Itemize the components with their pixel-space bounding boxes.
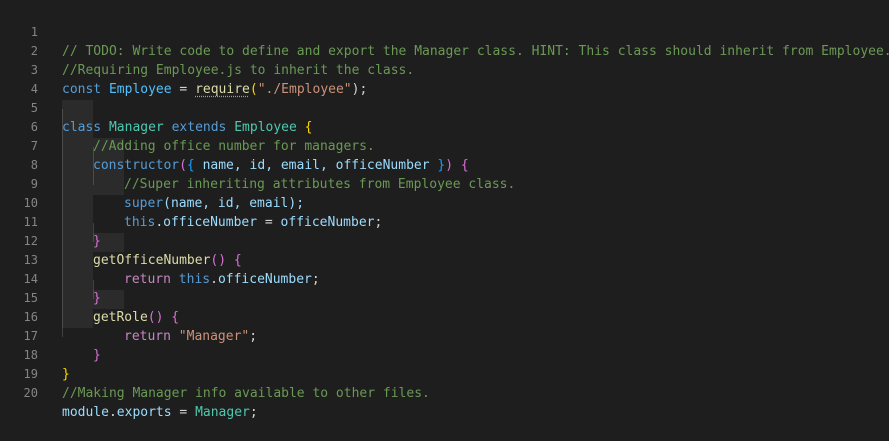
code-line[interactable]: 2 //Requiring Employee.js to inherit the… [0, 23, 889, 78]
code-line[interactable]: 3 const Employee = require("./Employee")… [0, 42, 889, 97]
code-line[interactable]: 14 } [0, 251, 889, 306]
code-line[interactable]: 18 } [0, 327, 889, 382]
code-line[interactable]: 17 } [0, 308, 889, 363]
code-line[interactable]: 11 } [0, 194, 889, 249]
code-line[interactable]: 19 //Making Manager info available to ot… [0, 346, 889, 401]
code-line[interactable]: 4 [0, 61, 889, 96]
code-editor[interactable]: 1 // TODO: Write code to define and expo… [0, 0, 889, 420]
code-text: //Making Manager info available to other… [62, 384, 430, 403]
code-line[interactable]: 13 return this.officeNumber; [0, 232, 889, 287]
code-line[interactable]: 10 this.officeNumber = officeNumber; [0, 175, 889, 230]
code-line[interactable]: 5 class Manager extends Employee { [0, 80, 889, 135]
code-line[interactable]: 12 getOfficeNumber() { [0, 213, 889, 268]
code-line[interactable]: 8 //Super inheriting attributes from Emp… [0, 137, 889, 192]
code-line[interactable]: 1 // TODO: Write code to define and expo… [0, 4, 889, 59]
line-number: 20 [23, 386, 38, 400]
comment: //Making Manager info available to other… [62, 386, 430, 401]
code-line[interactable]: 15 getRole() { [0, 270, 889, 325]
code-line[interactable]: 6 //Adding office number for managers. [0, 99, 889, 154]
code-line[interactable]: 7 constructor({ name, id, email, officeN… [0, 118, 889, 173]
code-line[interactable]: 20 module.exports = Manager; [0, 365, 889, 420]
code-line[interactable]: 16 return "Manager"; [0, 289, 889, 344]
code-line[interactable]: 9 super(name, id, email); [0, 156, 889, 211]
